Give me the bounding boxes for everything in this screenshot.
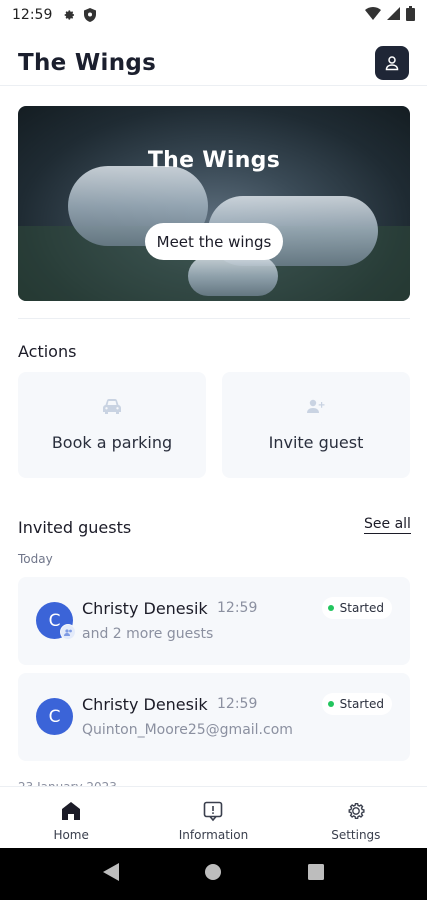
nav-home[interactable]: Home: [0, 787, 142, 848]
status-badge: Started: [321, 597, 392, 619]
see-all-link[interactable]: See all: [364, 516, 411, 534]
info-icon: [204, 801, 223, 821]
wifi-icon: [365, 6, 381, 24]
shield-status-icon: [84, 8, 97, 22]
book-parking-button[interactable]: Book a parking: [18, 372, 206, 478]
book-parking-label: Book a parking: [51, 432, 173, 452]
nav-home-label: Home: [53, 827, 89, 842]
guest-email: Quinton_Moore25@gmail.com: [82, 722, 293, 738]
nav-settings-label: Settings: [331, 827, 381, 842]
battery-icon: [406, 5, 415, 25]
status-dot: [327, 605, 334, 611]
profile-button[interactable]: [375, 45, 409, 80]
guest-card[interactable]: C Christy Denesik 12:59 and 2 more guest…: [18, 577, 410, 665]
bottom-nav: Home Information Settings: [0, 786, 427, 848]
settings-status-icon: [62, 8, 76, 22]
nav-information[interactable]: Information: [142, 787, 284, 848]
car-icon: [102, 398, 122, 419]
hero-banner: The Wings Meet the wings: [18, 106, 410, 301]
nav-information-label: Information: [178, 827, 249, 842]
home-icon: [62, 801, 81, 820]
group-icon: [60, 624, 76, 640]
guest-name: Christy Denesik: [82, 695, 208, 714]
day-label: Today: [18, 552, 53, 566]
invite-guest-button[interactable]: Invite guest: [222, 372, 410, 478]
status-text: Started: [339, 697, 384, 711]
status-time: 12:59: [12, 7, 53, 23]
guest-time: 12:59: [217, 600, 258, 616]
app-header: The Wings: [0, 40, 427, 86]
guest-time: 12:59: [217, 696, 258, 712]
status-badge: Started: [321, 693, 392, 715]
meet-the-wings-button[interactable]: Meet the wings: [145, 223, 283, 260]
divider: [18, 318, 410, 319]
hero-title: The Wings: [147, 148, 281, 173]
guest-name: Christy Denesik: [82, 599, 208, 618]
home-circle-icon[interactable]: [204, 863, 222, 885]
user-icon: [385, 55, 399, 70]
invited-guests-title: Invited guests: [18, 518, 132, 537]
status-text: Started: [339, 601, 384, 615]
guest-card[interactable]: C Christy Denesik 12:59 Quinton_Moore25@…: [18, 673, 410, 761]
add-person-icon: [307, 399, 325, 419]
recents-icon[interactable]: [308, 864, 325, 884]
status-dot: [327, 701, 334, 707]
gear-icon: [348, 802, 365, 819]
guest-subtitle: and 2 more guests: [82, 626, 214, 642]
status-bar: 12:59: [0, 0, 427, 30]
system-nav-bar: [0, 848, 427, 900]
nav-settings[interactable]: Settings: [285, 787, 427, 848]
signal-icon: [387, 6, 400, 24]
invite-guest-label: Invite guest: [268, 432, 364, 452]
app-logo: The Wings: [18, 49, 157, 76]
back-icon[interactable]: [102, 863, 119, 885]
actions-title: Actions: [18, 342, 77, 361]
guest-avatar: C: [36, 698, 73, 735]
